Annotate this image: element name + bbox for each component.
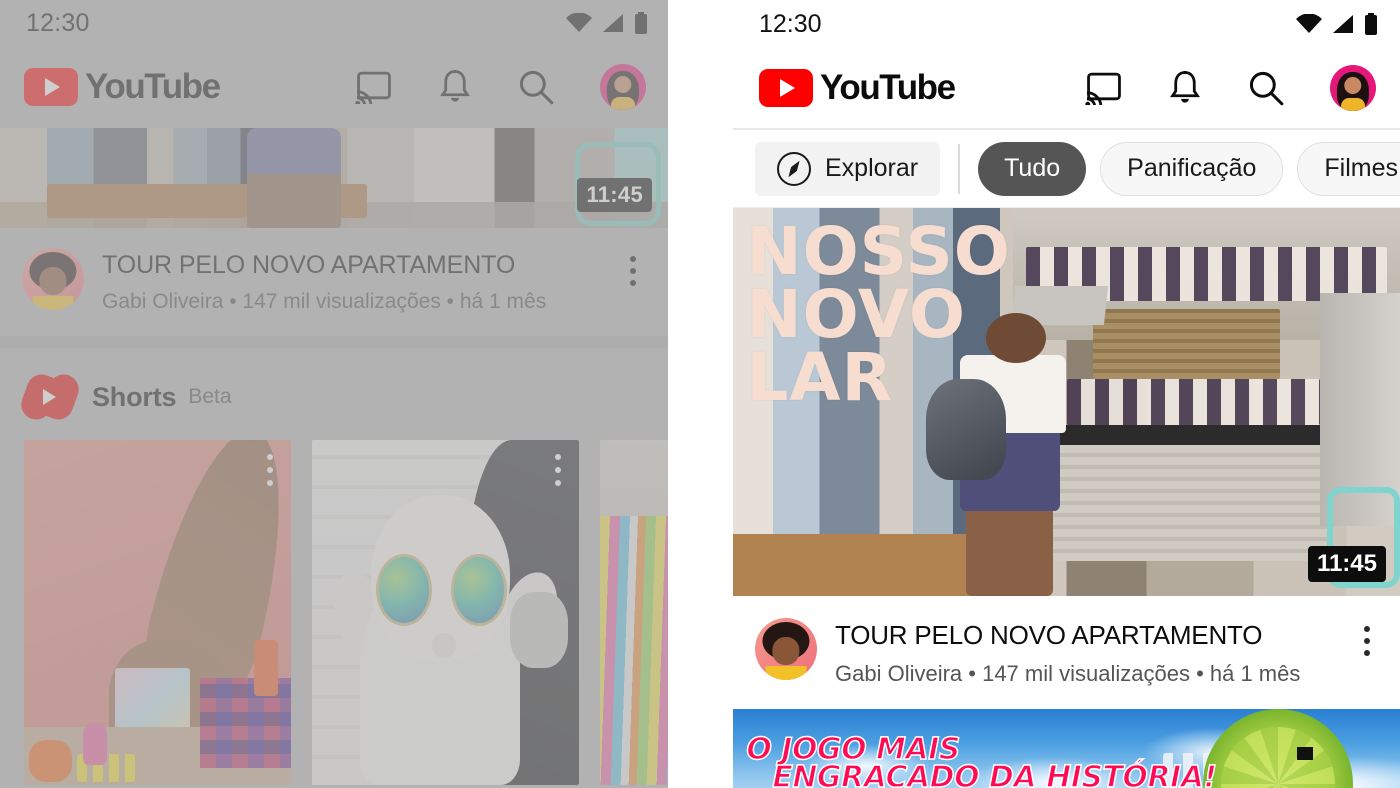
cellular-signal-icon (1333, 15, 1353, 33)
avatar-shirt (611, 97, 635, 110)
battery-icon (635, 12, 647, 34)
cellular-signal-icon (603, 14, 623, 32)
wifi-icon (566, 13, 592, 32)
app-bar-left: YouTube (0, 46, 668, 128)
chip-filmes[interactable]: Filmes e (1297, 141, 1400, 196)
status-icon-group (1296, 13, 1378, 35)
video-duration-badge: 11:45 (1307, 546, 1386, 582)
chip-tudo[interactable]: Tudo (978, 141, 1087, 196)
youtube-wordmark: YouTube (820, 68, 956, 107)
chip-label: Tudo (1004, 154, 1061, 182)
video-text-block: TOUR PELO NOVO APARTAMENTO Gabi Oliveira… (102, 248, 598, 314)
compass-icon (777, 151, 811, 186)
category-chips-row[interactable]: Explorar Tudo Panificação Filmes e (733, 130, 1400, 208)
youtube-play-icon (759, 69, 813, 107)
next-thumbnail-overlay-text: O JOGO MAIS ENGRAÇADO DA HISTÓRIA! (746, 734, 1218, 788)
video-more-options-icon[interactable] (616, 248, 650, 286)
channel-avatar[interactable] (22, 248, 84, 310)
chip-label: Filmes e (1324, 154, 1400, 182)
wifi-icon (1296, 14, 1322, 33)
shorts-item-confetti-fringe[interactable] (600, 440, 668, 786)
status-icon-group (566, 12, 648, 34)
video-title: TOUR PELO NOVO APARTAMENTO (102, 251, 516, 279)
video-duration-badge: 11:45 (577, 178, 652, 212)
shorts-section-header: Shorts Beta (0, 348, 668, 440)
account-avatar[interactable] (600, 64, 646, 110)
shorts-item-rabbit-sunglasses[interactable] (312, 440, 579, 786)
cast-icon[interactable] (355, 70, 393, 104)
youtube-logo[interactable]: YouTube (24, 67, 221, 107)
shorts-label: Shorts (92, 381, 177, 412)
notifications-bell-icon[interactable] (1168, 69, 1202, 107)
chip-explorar[interactable]: Explorar (755, 141, 941, 196)
cast-icon[interactable] (1085, 71, 1123, 105)
video-thumbnail-right[interactable]: NOSSO NOVO LAR 11:45 (733, 208, 1400, 596)
next-thumbnail-marker (1297, 747, 1314, 760)
youtube-wordmark: YouTube (85, 67, 221, 106)
app-bar-right: YouTube (733, 48, 1400, 130)
search-icon[interactable] (1247, 69, 1285, 107)
app-bar-actions-left (355, 64, 646, 110)
shorts-more-options-icon[interactable] (555, 454, 561, 487)
next-thumbnail-text-line-2: ENGRAÇADO DA HISTÓRIA! (772, 760, 1218, 788)
shorts-carousel[interactable] (0, 440, 668, 786)
comparison-stage: 12:30 YouTube 11:45 TOUR PELO NOVO APART… (0, 0, 1400, 788)
video-meta-right[interactable]: TOUR PELO NOVO APARTAMENTO Gabi Oliveira… (733, 596, 1400, 709)
status-bar-left: 12:30 (0, 0, 668, 46)
right-phone-screen: 12:30 YouTube Explorar Tudo Panificação … (733, 0, 1400, 788)
chip-label: Explorar (825, 154, 919, 182)
shorts-item-pink-room[interactable] (24, 440, 291, 786)
thumbnail-overlay-text: NOSSO NOVO LAR (746, 212, 1011, 417)
youtube-play-icon (24, 68, 78, 106)
avatar-shirt (1341, 98, 1365, 111)
channel-avatar[interactable] (755, 618, 817, 680)
app-bar-actions-right (1085, 65, 1376, 111)
channel-avatar-face (772, 636, 800, 666)
video-more-options-icon[interactable] (1350, 618, 1384, 656)
battery-icon (1365, 13, 1377, 35)
thumbnail-person (247, 128, 341, 228)
youtube-logo[interactable]: YouTube (759, 68, 956, 108)
account-avatar[interactable] (1330, 65, 1376, 111)
channel-avatar-shirt (765, 666, 807, 680)
next-video-thumbnail[interactable]: O JOGO MAIS ENGRAÇADO DA HISTÓRIA! (733, 709, 1400, 788)
shorts-icon (17, 370, 83, 424)
status-clock: 12:30 (26, 8, 90, 37)
video-subtitle: Gabi Oliveira • 147 mil visualizações • … (102, 290, 547, 313)
thumbnail-text-line-1: NOSSO (746, 212, 1011, 290)
video-title: TOUR PELO NOVO APARTAMENTO (835, 620, 1263, 650)
video-subtitle: Gabi Oliveira • 147 mil visualizações • … (835, 661, 1301, 686)
video-meta-left[interactable]: TOUR PELO NOVO APARTAMENTO Gabi Oliveira… (0, 228, 668, 336)
thumbnail-text-line-2: NOVO (746, 275, 966, 353)
status-bar-right: 12:30 (733, 0, 1400, 48)
left-phone-screen: 12:30 YouTube 11:45 TOUR PELO NOVO APART… (0, 0, 668, 788)
search-icon[interactable] (517, 68, 555, 106)
chip-panificacao[interactable]: Panificação (1100, 141, 1284, 196)
shorts-more-options-icon[interactable] (267, 454, 273, 487)
video-text-block: TOUR PELO NOVO APARTAMENTO Gabi Oliveira… (835, 618, 1332, 687)
channel-avatar-face (39, 266, 67, 296)
notifications-bell-icon[interactable] (438, 68, 472, 106)
status-clock: 12:30 (759, 9, 822, 38)
channel-avatar-shirt (32, 296, 74, 310)
chips-divider (958, 143, 961, 194)
chip-label: Panificação (1127, 154, 1257, 182)
section-divider (0, 336, 668, 349)
video-thumbnail-left[interactable]: 11:45 (0, 128, 668, 228)
shorts-beta-badge: Beta (188, 385, 232, 409)
thumbnail-text-line-3: LAR (746, 339, 894, 417)
